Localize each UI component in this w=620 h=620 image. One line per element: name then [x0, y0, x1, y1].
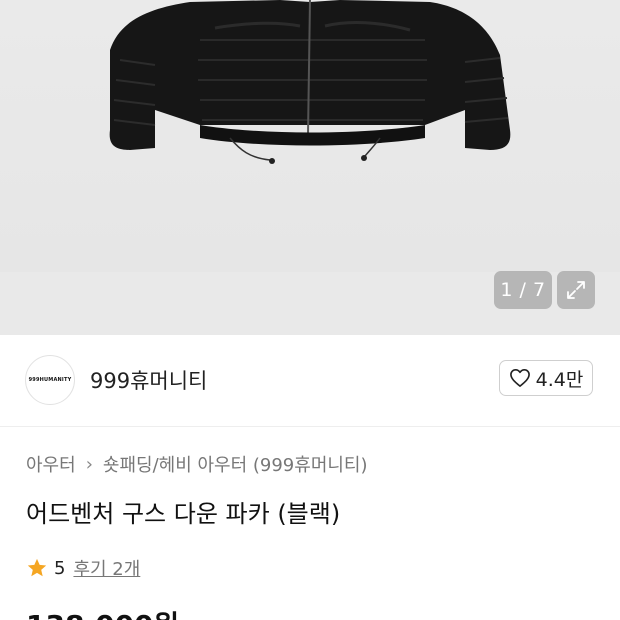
image-counter: 1 / 7 [494, 271, 552, 309]
expand-icon [567, 281, 585, 299]
heart-icon [509, 369, 530, 387]
brand-logo-text: 999HUMANITY [28, 377, 72, 383]
image-counter-text: 1 / 7 [500, 279, 546, 301]
breadcrumb-item-outer[interactable]: 아우터 [26, 451, 76, 477]
breadcrumb-item-category[interactable]: 숏패딩/헤비 아우터 (999휴머니티) [103, 451, 368, 477]
product-page: 1 / 7 999HUMANITY 999휴머니티 4.4만 아우터 › 숏패딩… [0, 0, 620, 620]
brand-logo[interactable]: 999HUMANITY [25, 355, 75, 405]
like-count: 4.4만 [535, 368, 584, 391]
rating-row: 5 후기 2개 [26, 555, 140, 581]
expand-button[interactable] [557, 271, 595, 309]
product-price: 138,000원 [26, 604, 179, 620]
reviews-link[interactable]: 후기 2개 [73, 555, 140, 581]
like-button[interactable]: 4.4만 [499, 360, 593, 396]
product-image [109, 0, 511, 164]
breadcrumb: 아우터 › 숏패딩/헤비 아우터 (999휴머니티) [26, 451, 368, 477]
section-divider [0, 426, 620, 427]
product-title: 어드벤처 구스 다운 파카 (블랙) [26, 500, 341, 528]
chevron-right-icon: › [85, 453, 93, 475]
rating-value: 5 [54, 557, 66, 579]
star-icon [27, 558, 47, 577]
brand-row: 999HUMANITY 999휴머니티 4.4만 [0, 335, 620, 427]
brand-name[interactable]: 999휴머니티 [90, 365, 207, 395]
product-image-gallery[interactable]: 1 / 7 [0, 0, 620, 335]
